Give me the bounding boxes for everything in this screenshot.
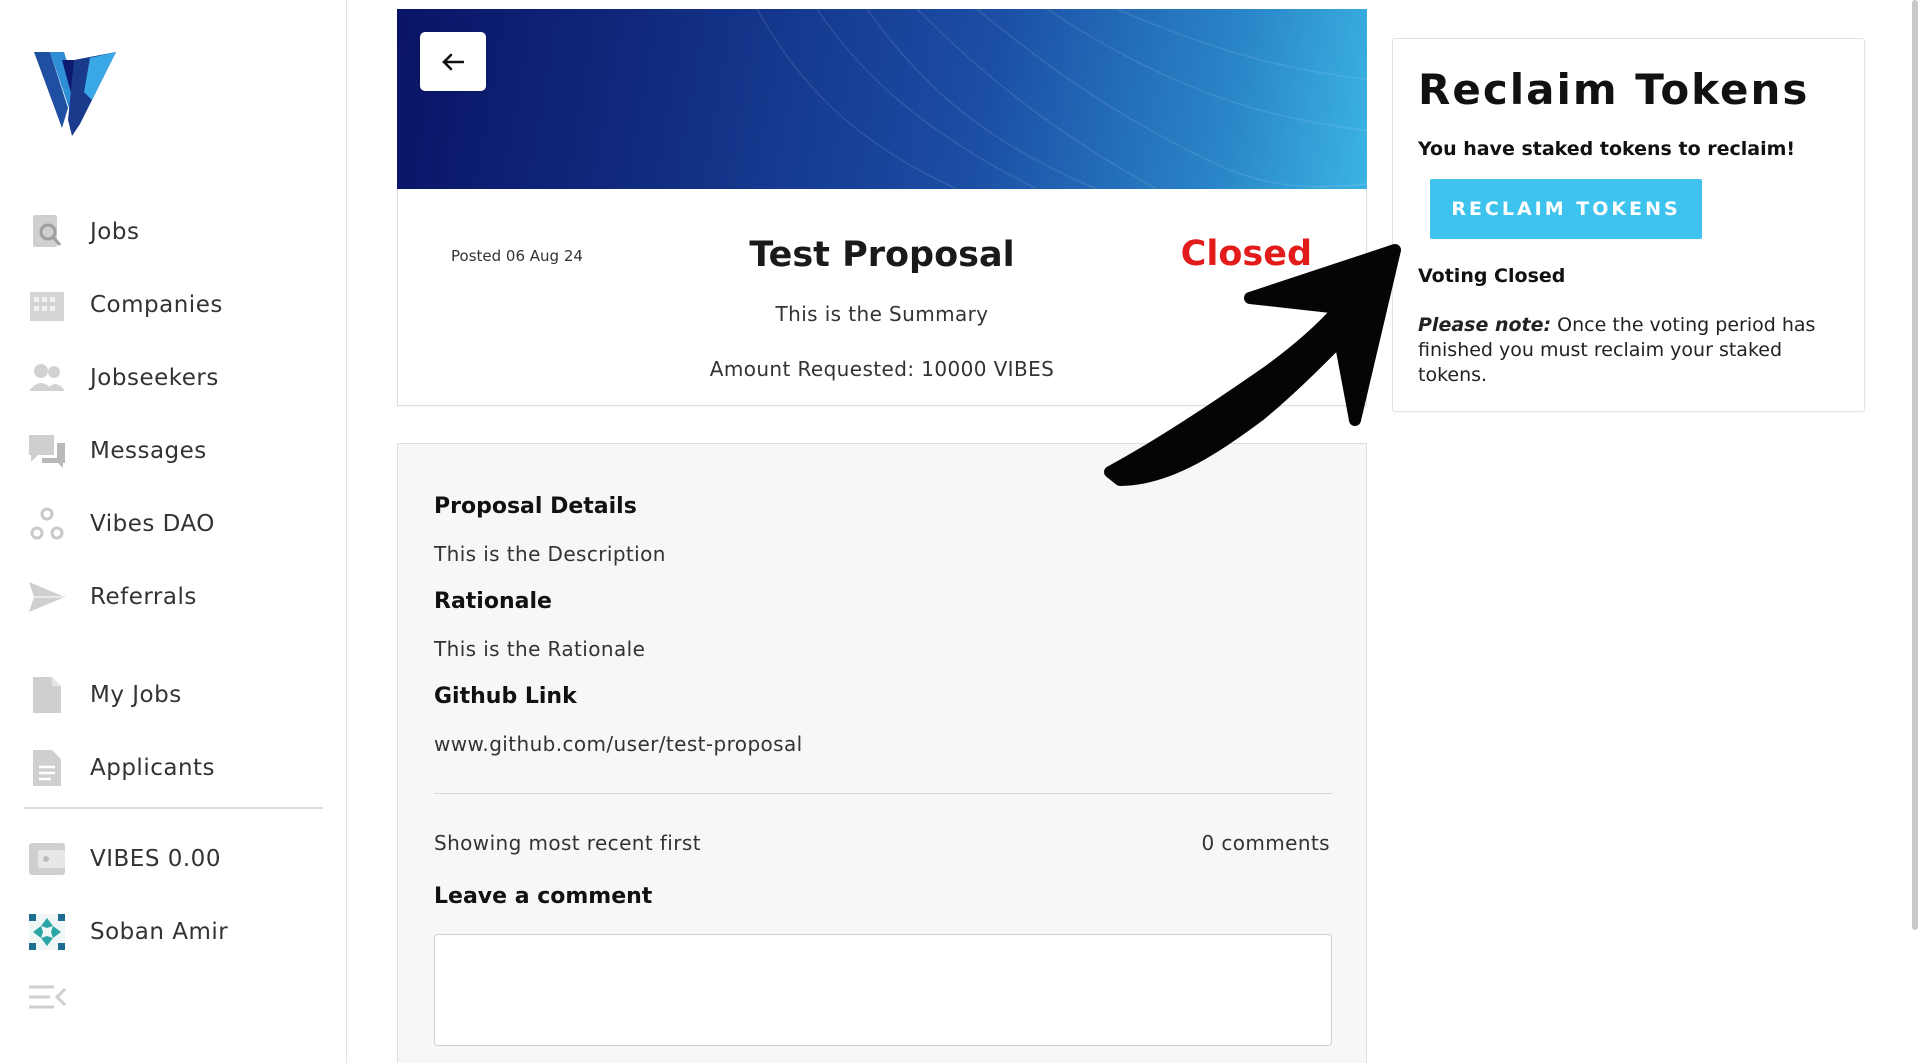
wallet-icon <box>28 840 66 878</box>
wallet-balance: VIBES 0.00 <box>90 846 221 872</box>
sidebar-item-referrals[interactable]: Referrals <box>28 572 328 622</box>
chat-icon <box>28 432 66 470</box>
collapse-menu-icon <box>28 978 66 1016</box>
proposal-banner <box>397 9 1367 189</box>
sidebar-item-wallet[interactable]: VIBES 0.00 <box>28 834 328 884</box>
sidebar-item-label: Jobs <box>90 219 140 245</box>
sidebar-item-label: My Jobs <box>90 682 182 708</box>
status-badge: Closed <box>1180 234 1312 274</box>
sidebar-item-label: Referrals <box>90 584 197 610</box>
sidebar-item-label: Vibes DAO <box>90 511 215 537</box>
reclaim-subtitle: You have staked tokens to reclaim! <box>1418 138 1796 160</box>
voting-status: Voting Closed <box>1418 265 1566 287</box>
github-link[interactable]: www.github.com/user/test-proposal <box>434 732 803 756</box>
sidebar-item-jobs[interactable]: Jobs <box>28 207 328 257</box>
arrow-left-icon <box>442 53 464 70</box>
github-heading: Github Link <box>434 684 577 709</box>
sidebar-item-my-jobs[interactable]: My Jobs <box>28 670 328 720</box>
reclaim-note: Please note: Once the voting period has … <box>1418 313 1848 388</box>
banner-wave-pattern <box>756 9 1367 189</box>
sidebar-item-jobseekers[interactable]: Jobseekers <box>28 353 328 403</box>
sidebar-divider <box>24 807 323 809</box>
sidebar-item-vibes-dao[interactable]: Vibes DAO <box>28 499 328 549</box>
sidebar-item-label: Applicants <box>90 755 216 781</box>
reclaim-tokens-button[interactable]: RECLAIM TOKENS <box>1430 179 1702 239</box>
sidebar-item-label: Messages <box>90 438 207 464</box>
app-root: Jobs Companies Jobseekers Messages Vibes… <box>0 0 1918 1063</box>
sidebar-item-messages[interactable]: Messages <box>28 426 328 476</box>
rationale-text: This is the Rationale <box>434 637 646 661</box>
file-icon <box>28 676 66 714</box>
amount-requested: Amount Requested: 10000 VIBES <box>709 357 1055 381</box>
leave-comment-heading: Leave a comment <box>434 884 653 909</box>
note-label: Please note: <box>1418 314 1552 336</box>
collapse-sidebar-button[interactable] <box>28 972 88 1022</box>
document-list-icon <box>28 749 66 787</box>
logo-icon[interactable] <box>34 52 116 136</box>
building-icon <box>28 286 66 324</box>
details-heading: Proposal Details <box>434 494 637 519</box>
sidebar-item-applicants[interactable]: Applicants <box>28 743 328 793</box>
reclaim-title: Reclaim Tokens <box>1418 65 1810 114</box>
back-button[interactable] <box>420 32 486 91</box>
search-document-icon <box>28 213 66 251</box>
proposal-header-card: Posted 06 Aug 24 Test Proposal Closed Th… <box>397 189 1367 406</box>
page-scrollbar[interactable] <box>1912 0 1918 930</box>
reclaim-tokens-card: Reclaim Tokens You have staked tokens to… <box>1392 38 1865 412</box>
comments-divider <box>434 793 1332 794</box>
comment-input[interactable] <box>434 934 1332 1046</box>
proposal-details-card: Proposal Details This is the Description… <box>397 443 1367 1063</box>
people-icon <box>28 359 66 397</box>
paper-plane-icon <box>28 578 66 616</box>
dao-circles-icon <box>28 505 66 543</box>
sidebar-item-label: Jobseekers <box>90 365 219 391</box>
description-text: This is the Description <box>434 542 666 566</box>
comments-sort-text: Showing most recent first <box>434 831 701 855</box>
comments-count: 0 comments <box>1201 831 1330 855</box>
user-name: Soban Amir <box>90 919 229 945</box>
avatar-icon <box>28 913 66 951</box>
sidebar-item-label: Companies <box>90 292 223 318</box>
proposal-summary: This is the Summary <box>775 302 989 326</box>
sidebar-item-companies[interactable]: Companies <box>28 280 328 330</box>
rationale-heading: Rationale <box>434 589 552 614</box>
sidebar-item-profile[interactable]: Soban Amir <box>28 907 328 957</box>
sidebar: Jobs Companies Jobseekers Messages Vibes… <box>0 0 347 1063</box>
